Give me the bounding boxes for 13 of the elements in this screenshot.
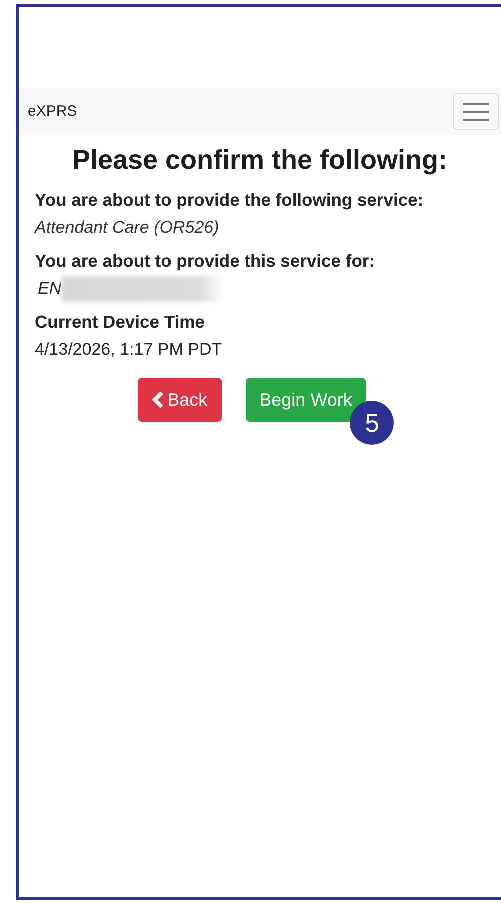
field-value: 4/13/2026, 1:17 PM PDT (35, 339, 222, 361)
field-label: You are about to provide this service for: (35, 250, 376, 273)
field-value: EN (37, 278, 62, 300)
menu-button[interactable] (453, 93, 499, 130)
field-label: You are about to provide the following service: (35, 189, 425, 212)
field-value: Attendant Care (OR526) (35, 217, 220, 239)
page-heading: Please confirm the following: (71, 145, 449, 176)
field-label: Current Device Time (35, 311, 206, 334)
brand-name[interactable]: eXPRS (28, 103, 78, 120)
menu-icon (461, 100, 491, 122)
begin-work-button[interactable]: Begin Work (246, 378, 366, 422)
chevron-left-icon (152, 392, 164, 408)
back-button[interactable]: Back (138, 378, 222, 422)
